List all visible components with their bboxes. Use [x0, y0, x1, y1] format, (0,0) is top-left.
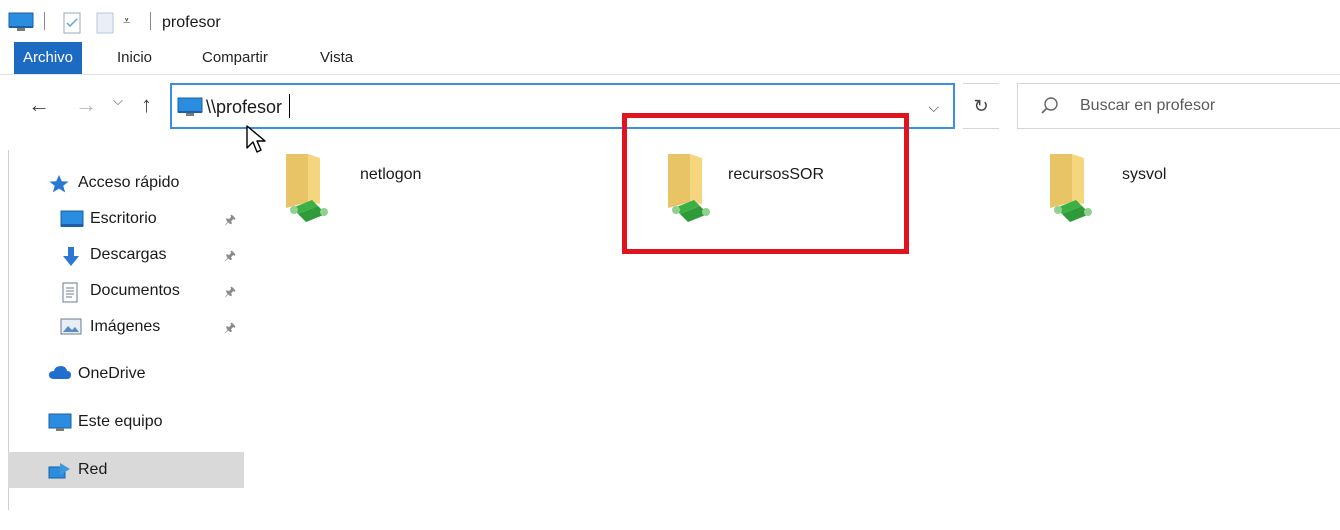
forward-arrow-icon[interactable]: →: [75, 92, 97, 118]
search-input[interactable]: Buscar en profesor: [1080, 97, 1215, 115]
recent-locations-chevron-icon[interactable]: ⌵: [113, 93, 123, 109]
computer-icon: [8, 12, 34, 37]
shared-folder-icon: [1042, 148, 1106, 229]
sidebar-item-label: Este equipo: [78, 413, 163, 430]
sidebar-item-documentos[interactable]: Documentos 🖈: [38, 273, 244, 309]
shared-folder-icon: [278, 148, 342, 229]
quick-access-dropdown-icon[interactable]: ⩡: [123, 13, 130, 29]
sidebar-item-label: Acceso rápido: [78, 174, 180, 191]
document-icon: [60, 282, 82, 303]
tab-vista[interactable]: Vista: [311, 42, 362, 74]
share-item-sysvol[interactable]: sysvol: [1042, 148, 1262, 238]
up-arrow-icon[interactable]: ↑: [141, 92, 152, 118]
pin-icon[interactable]: 🖈: [224, 319, 236, 341]
network-icon: [48, 461, 70, 479]
sidebar-item-label: Documentos: [90, 282, 180, 299]
share-name: sysvol: [1122, 166, 1167, 183]
highlight-annotation-box: [622, 113, 909, 254]
refresh-icon[interactable]: ↻: [963, 83, 999, 129]
computer-icon: [48, 413, 72, 431]
sidebar-item-label: OneDrive: [78, 365, 146, 382]
separator: [150, 12, 151, 30]
share-name: netlogon: [360, 166, 422, 183]
share-item-netlogon[interactable]: netlogon: [278, 148, 498, 238]
separator: [44, 12, 45, 30]
sidebar-item-imagenes[interactable]: Imágenes 🖈: [38, 309, 244, 345]
sidebar-item-escritorio[interactable]: Escritorio 🖈: [38, 201, 244, 237]
tab-compartir[interactable]: Compartir: [193, 42, 277, 74]
cloud-icon: [48, 365, 71, 383]
sidebar-item-este-equipo[interactable]: Este equipo: [38, 404, 244, 440]
sidebar-item-onedrive[interactable]: OneDrive: [38, 356, 244, 392]
sidebar-item-label: Red: [78, 461, 108, 478]
search-icon: [1040, 96, 1060, 121]
tab-archivo[interactable]: Archivo: [14, 42, 83, 74]
address-input[interactable]: \\profesor: [206, 97, 282, 118]
title-bar: ⩡ profesor: [0, 0, 1340, 40]
sidebar-item-label: Escritorio: [90, 210, 157, 227]
sidebar-item-red[interactable]: Red: [8, 452, 244, 488]
sidebar-item-acceso-rapido[interactable]: Acceso rápido: [38, 165, 244, 201]
pin-icon[interactable]: 🖈: [224, 211, 236, 233]
download-icon: [60, 246, 82, 266]
navigation-pane: Acceso rápido Escritorio 🖈 Descargas 🖈 D…: [0, 150, 250, 530]
text-caret: [289, 94, 290, 118]
sidebar-item-label: Imágenes: [90, 318, 161, 335]
chevron-down-icon[interactable]: ⌵: [928, 99, 939, 116]
tab-inicio[interactable]: Inicio: [108, 42, 161, 74]
sidebar-item-descargas[interactable]: Descargas 🖈: [38, 237, 244, 273]
back-arrow-icon[interactable]: ←: [28, 92, 50, 118]
window-title: profesor: [162, 14, 221, 31]
new-folder-icon[interactable]: [96, 12, 114, 39]
desktop-icon: [60, 210, 84, 228]
sidebar-item-label: Descargas: [90, 246, 167, 263]
pin-icon[interactable]: 🖈: [224, 247, 236, 269]
search-box[interactable]: Buscar en profesor: [1017, 83, 1340, 129]
ribbon-tabs: Archivo Inicio Compartir Vista: [0, 40, 1340, 75]
properties-icon[interactable]: [63, 12, 81, 39]
computer-icon: [177, 97, 203, 122]
pictures-icon: [60, 318, 82, 336]
star-icon: [48, 174, 70, 193]
pin-icon[interactable]: 🖈: [224, 283, 236, 305]
